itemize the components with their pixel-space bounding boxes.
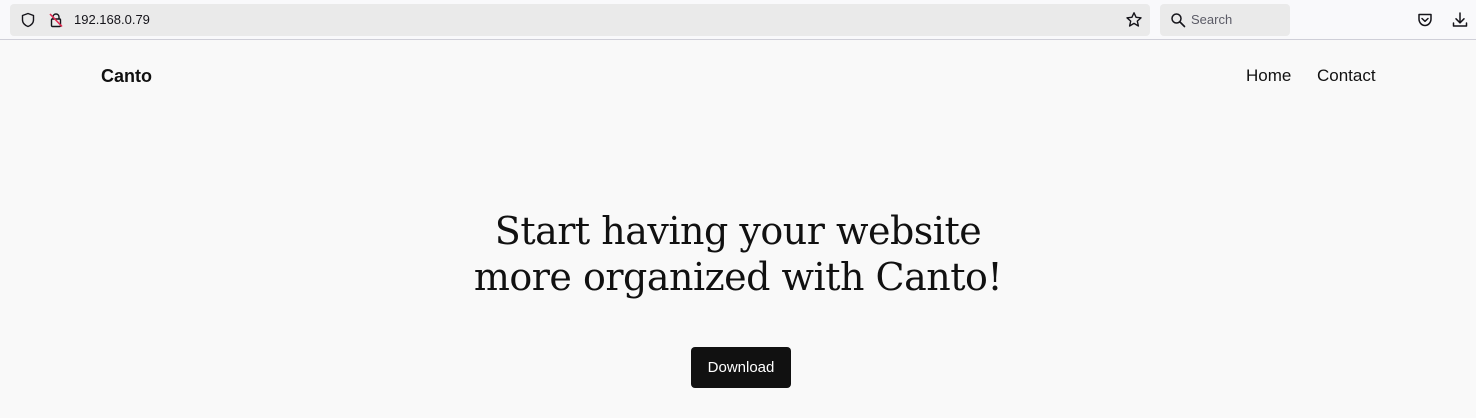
bookmark-star-icon[interactable] bbox=[1125, 11, 1143, 29]
download-icon[interactable] bbox=[1451, 11, 1469, 29]
download-button[interactable]: Download bbox=[691, 347, 791, 388]
browser-search-box[interactable]: Search bbox=[1160, 4, 1290, 36]
hero-title-line-2: more organized with Canto! bbox=[473, 255, 1003, 299]
insecure-lock-icon[interactable] bbox=[48, 12, 64, 28]
nav-link-home[interactable]: Home bbox=[1246, 65, 1291, 87]
site-header: Canto Home Contact bbox=[0, 40, 1476, 112]
browser-toolbar: 192.168.0.79 Search bbox=[0, 0, 1476, 40]
site-brand[interactable]: Canto bbox=[101, 64, 152, 88]
hero-title-line-1: Start having your website bbox=[494, 209, 982, 253]
search-icon bbox=[1170, 12, 1186, 28]
nav-link-contact[interactable]: Contact bbox=[1317, 65, 1376, 87]
url-text[interactable]: 192.168.0.79 bbox=[74, 11, 150, 29]
shield-icon[interactable] bbox=[20, 12, 36, 28]
url-bar[interactable]: 192.168.0.79 bbox=[10, 4, 1150, 36]
search-placeholder: Search bbox=[1191, 12, 1233, 27]
hero-title: Start having your website more organized… bbox=[338, 208, 1138, 300]
pocket-icon[interactable] bbox=[1416, 11, 1434, 29]
